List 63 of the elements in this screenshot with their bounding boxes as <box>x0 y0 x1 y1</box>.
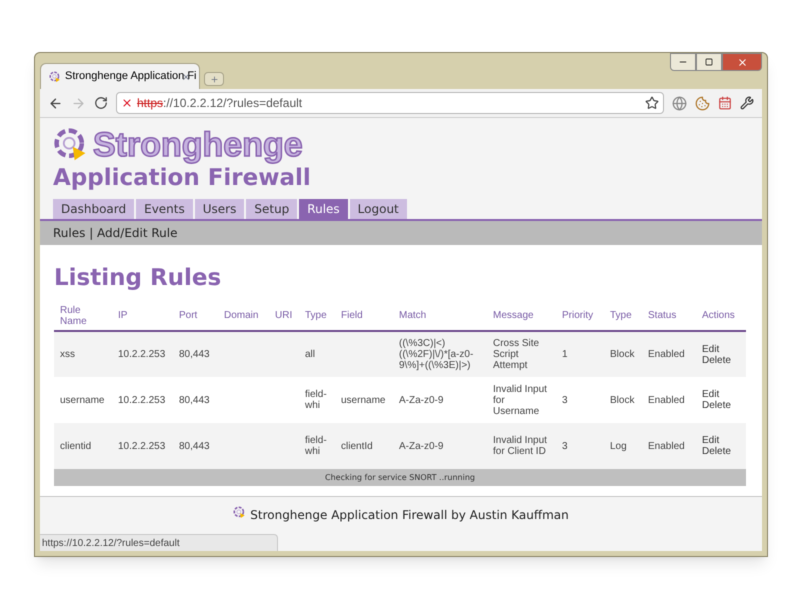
browser-tab[interactable]: Stronghenge Application Fi <box>40 63 200 89</box>
action-link[interactable]: Delete <box>702 354 740 366</box>
table-cell: Enabled <box>648 349 685 360</box>
table-cell: 80,443 <box>179 394 210 406</box>
address-field[interactable]: https://10.2.2.12/?rules=default <box>116 92 664 114</box>
page-heading: Listing Rules <box>54 264 222 293</box>
table-cell: 80,443 <box>179 440 210 452</box>
table-cell: Log <box>610 440 627 452</box>
table-cell: ((\%3C)|<)((\%2F)|\/)*[a-z0-9\%]+((\%3E)|>) <box>399 338 474 371</box>
column-header: Type <box>305 310 327 321</box>
nav-tab[interactable]: Dashboard <box>53 199 134 219</box>
table-cell: 80,443 <box>179 349 210 360</box>
action-link[interactable]: Delete <box>702 446 740 457</box>
table-cell: 3 <box>562 394 568 406</box>
table-cell: Cross Site Script Attempt <box>493 338 540 371</box>
nav-tab[interactable]: Rules <box>299 199 348 219</box>
footer-text: Stronghenge Application Firewall by Austin Kauffman <box>250 507 569 524</box>
column-header: Status <box>648 310 676 321</box>
column-header: Actions <box>702 310 735 321</box>
table-cell: A-Za-z0-9 <box>399 394 444 406</box>
table-cell: clientid <box>60 440 92 452</box>
table-cell: username <box>60 394 104 406</box>
table-cell: Invalid Input for Client ID <box>493 435 547 457</box>
action-link[interactable]: Edit <box>702 344 740 354</box>
table-cell: Block <box>610 394 634 406</box>
table-cell: Enabled <box>648 440 685 452</box>
column-header: Match <box>399 310 426 321</box>
table-cell: 1 <box>562 349 568 360</box>
action-link[interactable]: Delete <box>702 400 740 411</box>
nav-tab[interactable]: Logout <box>350 199 407 219</box>
column-header: Rule Name <box>60 304 87 326</box>
service-status-bar: Checking for service SNORT ..running <box>54 469 746 486</box>
column-header: Message <box>493 310 534 321</box>
site-subtitle: Application Firewall <box>52 164 312 192</box>
table-cell: Enabled <box>648 394 685 406</box>
table-cell: 10.2.2.253 <box>118 349 166 360</box>
nav-tab[interactable]: Users <box>194 199 244 219</box>
column-header: Field <box>341 310 363 321</box>
table-cell: field-whi <box>305 389 327 411</box>
action-link[interactable]: Edit <box>702 435 740 446</box>
column-header: Type <box>610 310 632 321</box>
column-header: Priority <box>562 310 594 321</box>
nav-tab[interactable]: Setup <box>246 199 298 219</box>
action-link[interactable]: Edit <box>702 389 740 400</box>
table-cell: clientId <box>341 440 373 452</box>
table-cell: A-Za-z0-9 <box>399 440 444 452</box>
column-header: URI <box>275 310 292 321</box>
column-header: IP <box>118 310 128 321</box>
table-cell: 10.2.2.253 <box>118 394 166 406</box>
column-header: Port <box>179 310 198 321</box>
table-cell: username <box>341 394 386 406</box>
nav-tab[interactable]: Events <box>136 199 193 219</box>
table-cell: 3 <box>562 440 568 452</box>
status-bubble: https://10.2.2.12/?rules=default <box>40 534 278 551</box>
table-cell: all <box>305 349 316 360</box>
table-cell: Invalid Input for Username <box>493 384 547 416</box>
column-header: Domain <box>224 310 258 321</box>
breadcrumb[interactable]: Rules | Add/Edit Rule <box>53 224 178 242</box>
table-cell: field-whi <box>305 435 327 457</box>
table-cell: Block <box>610 349 634 360</box>
table-cell: xss <box>60 349 75 360</box>
logo-text: Stronghenge <box>93 126 303 164</box>
table-cell: 10.2.2.253 <box>118 440 166 452</box>
